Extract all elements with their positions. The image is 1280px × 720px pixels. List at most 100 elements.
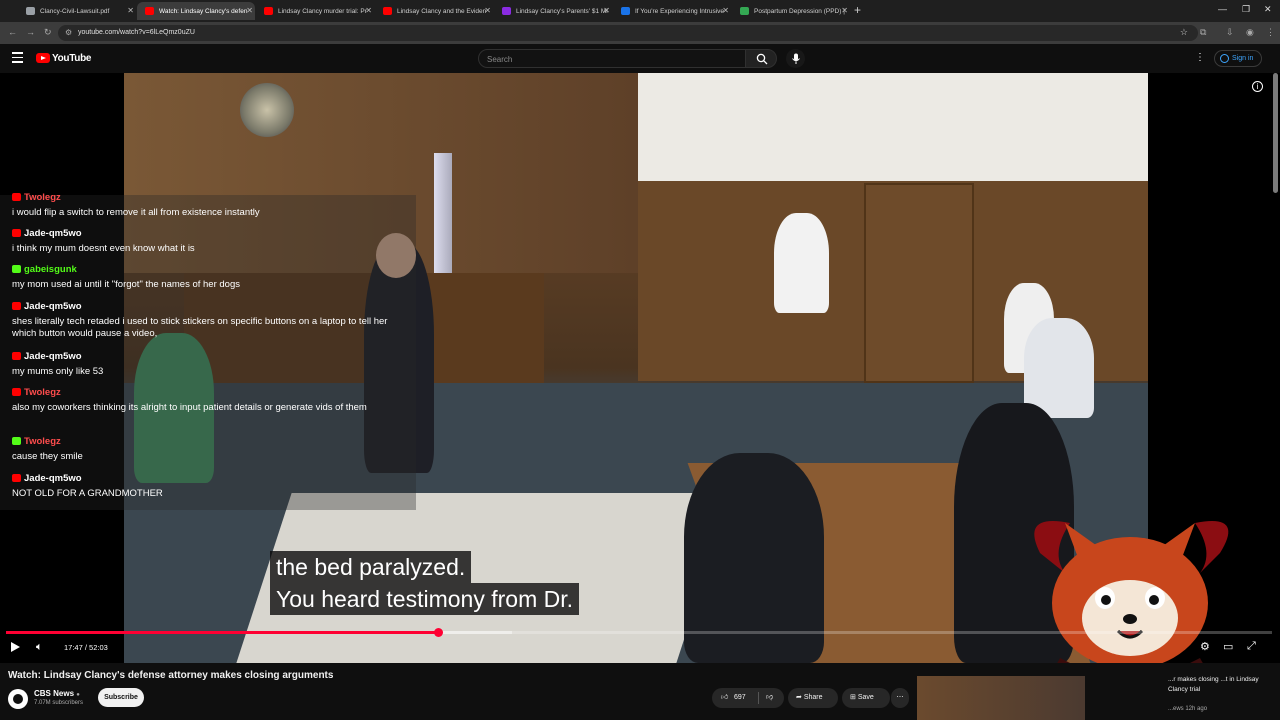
chat-username: Jade-qm5wo (12, 473, 82, 484)
captions: the bed paralyzed. You heard testimony f… (270, 551, 580, 615)
youtube-logo-icon[interactable] (36, 53, 50, 63)
state-seal-image (240, 83, 294, 137)
courtroom-door (864, 183, 974, 383)
sign-in-button[interactable]: Sign in (1214, 50, 1262, 67)
extensions-icon[interactable]: ⧉ (1200, 27, 1206, 38)
chat-username: Twolegz (12, 436, 61, 447)
tab-label: Lindsay Clancy murder trial: Pr (278, 8, 367, 15)
video-player[interactable]: Twolegz i would flip a switch to remove i… (0, 73, 1280, 663)
user-icon (1220, 54, 1229, 63)
chat-message-text: cause they smile (12, 451, 83, 462)
minimize-icon[interactable]: — (1218, 4, 1227, 14)
youtube-logo-text[interactable]: YouTube (52, 53, 92, 64)
tab-favicon-icon (502, 7, 511, 15)
youtube-icon (12, 193, 21, 201)
tab-label: Clancy-Civil-Lawsuit.pdf (40, 8, 110, 15)
video-title: Watch: Lindsay Clancy's defense attorney… (8, 670, 334, 681)
share-icon: ➦ (796, 694, 802, 701)
progress-fill (6, 631, 439, 634)
projection-screen (638, 73, 1148, 181)
bookmark-star-icon[interactable]: ☆ (1180, 27, 1188, 38)
volume-icon[interactable]: 🔈︎ (36, 641, 43, 654)
play-icon[interactable] (11, 642, 20, 652)
youtube-icon (12, 229, 21, 237)
subscribe-button[interactable]: Subscribe (98, 688, 144, 707)
tab-label: Watch: Lindsay Clancy's defen (159, 8, 248, 15)
browser-tab[interactable]: Watch: Lindsay Clancy's defen ✕ (137, 2, 255, 20)
maximize-icon[interactable]: ❐ (1242, 4, 1250, 15)
search-icon (756, 53, 768, 65)
tab-close-icon[interactable]: ✕ (365, 6, 372, 15)
youtube-icon (12, 302, 21, 310)
menu-icon[interactable] (12, 52, 23, 63)
tab-label: Lindsay Clancy's Parents' $1 Mi (516, 8, 608, 15)
channel-name[interactable]: CBS News ● (34, 689, 80, 698)
chat-message-text: my mom used ai until it "forgot" the nam… (12, 279, 240, 290)
search-button[interactable] (745, 49, 777, 68)
like-icon[interactable]: 👍︎ (721, 688, 728, 708)
url-text: youtube.com/watch?v=6lLeQmz0uZU (78, 29, 195, 36)
miniplayer-icon[interactable]: ▭ (1223, 640, 1233, 653)
browser-menu-icon[interactable]: ⋮ (1266, 27, 1275, 38)
browser-tab[interactable]: If You're Experiencing Intrusive ✕ (613, 2, 731, 20)
chat-message-text: NOT OLD FOR A GRANDMOTHER (12, 488, 163, 499)
new-tab-button[interactable]: + (854, 3, 861, 17)
tab-label: If You're Experiencing Intrusive (635, 8, 725, 15)
tab-label: Postpartum Depression (PPD) | (754, 8, 845, 15)
related-video-title[interactable]: ...r makes closing ...t in Lindsay Clanc… (1168, 675, 1268, 695)
site-info-icon[interactable]: ⚙ (65, 28, 72, 37)
dislike-icon[interactable]: 👎︎ (766, 688, 773, 708)
court-officer-figure (774, 213, 829, 313)
browser-tab[interactable]: Lindsay Clancy murder trial: Pr ✕ (256, 2, 374, 20)
related-video-thumbnail[interactable] (917, 676, 1085, 720)
chat-message-text: shes literally tech retaded i used to st… (12, 316, 388, 339)
tab-close-icon[interactable]: ✕ (841, 6, 848, 15)
tab-close-icon[interactable]: ✕ (484, 6, 491, 15)
channel-avatar[interactable] (8, 689, 28, 709)
page-scrollbar[interactable] (1273, 73, 1278, 193)
fullscreen-icon[interactable]: ⤢ (1247, 640, 1256, 653)
share-label: Share (803, 694, 823, 701)
share-button[interactable]: ➦ Share (788, 688, 838, 708)
tab-close-icon[interactable]: ✕ (127, 6, 134, 15)
youtube-icon (12, 474, 21, 482)
like-count[interactable]: 697 (734, 688, 746, 708)
tab-favicon-icon (383, 7, 392, 15)
back-icon[interactable]: ← (8, 27, 17, 37)
save-button[interactable]: ⊞ Save (842, 688, 890, 708)
browser-tab[interactable]: Lindsay Clancy and the Eviden ✕ (375, 2, 493, 20)
chat-message-text: my mums only like 53 (12, 366, 104, 377)
chat-message-text: also my coworkers thinking its alright t… (12, 402, 367, 413)
address-bar[interactable]: ⚙ youtube.com/watch?v=6lLeQmz0uZU ☆ (58, 25, 1198, 41)
close-window-icon[interactable]: ✕ (1264, 4, 1272, 15)
tab-close-icon[interactable]: ✕ (603, 6, 610, 15)
tab-close-icon[interactable]: ✕ (246, 6, 253, 15)
info-icon[interactable]: i (1252, 81, 1263, 92)
chat-username: Jade-qm5wo (12, 301, 82, 312)
tab-favicon-icon (145, 7, 154, 15)
search-input[interactable]: Search (478, 49, 746, 68)
caption-line: You heard testimony from Dr. (270, 583, 580, 615)
tab-close-icon[interactable]: ✕ (722, 6, 729, 15)
tab-favicon-icon (740, 7, 749, 15)
kick-icon (12, 265, 21, 273)
settings-menu-icon[interactable]: ⋮ (1195, 52, 1205, 63)
forward-icon[interactable]: → (26, 27, 35, 37)
subscriber-count: 7.07M subscribers (34, 700, 84, 706)
time-display: 17:47 / 52:03 (56, 639, 116, 656)
browser-toolbar: ← → ↻ ⚙ youtube.com/watch?v=6lLeQmz0uZU … (0, 22, 1280, 44)
browser-tab[interactable]: Lindsay Clancy's Parents' $1 Mi ✕ (494, 2, 612, 20)
like-dislike-group: 👍︎ 697 👎︎ (712, 688, 784, 708)
browser-tab[interactable]: Clancy-Civil-Lawsuit.pdf ✕ (18, 2, 136, 20)
voice-search-button[interactable] (786, 49, 805, 68)
flag-image (434, 153, 452, 283)
buffered-bar (438, 631, 513, 634)
reload-icon[interactable]: ↻ (44, 27, 52, 38)
browser-tab[interactable]: Postpartum Depression (PPD) | ✕ (732, 2, 850, 20)
more-actions-button[interactable]: ⋯ (891, 688, 909, 708)
downloads-icon[interactable]: ⇩ (1226, 27, 1234, 38)
progress-bar[interactable] (6, 628, 1272, 637)
tab-favicon-icon (264, 7, 273, 15)
settings-gear-icon[interactable]: ⚙ (1200, 640, 1210, 653)
profile-icon[interactable]: ◉ (1246, 27, 1254, 38)
